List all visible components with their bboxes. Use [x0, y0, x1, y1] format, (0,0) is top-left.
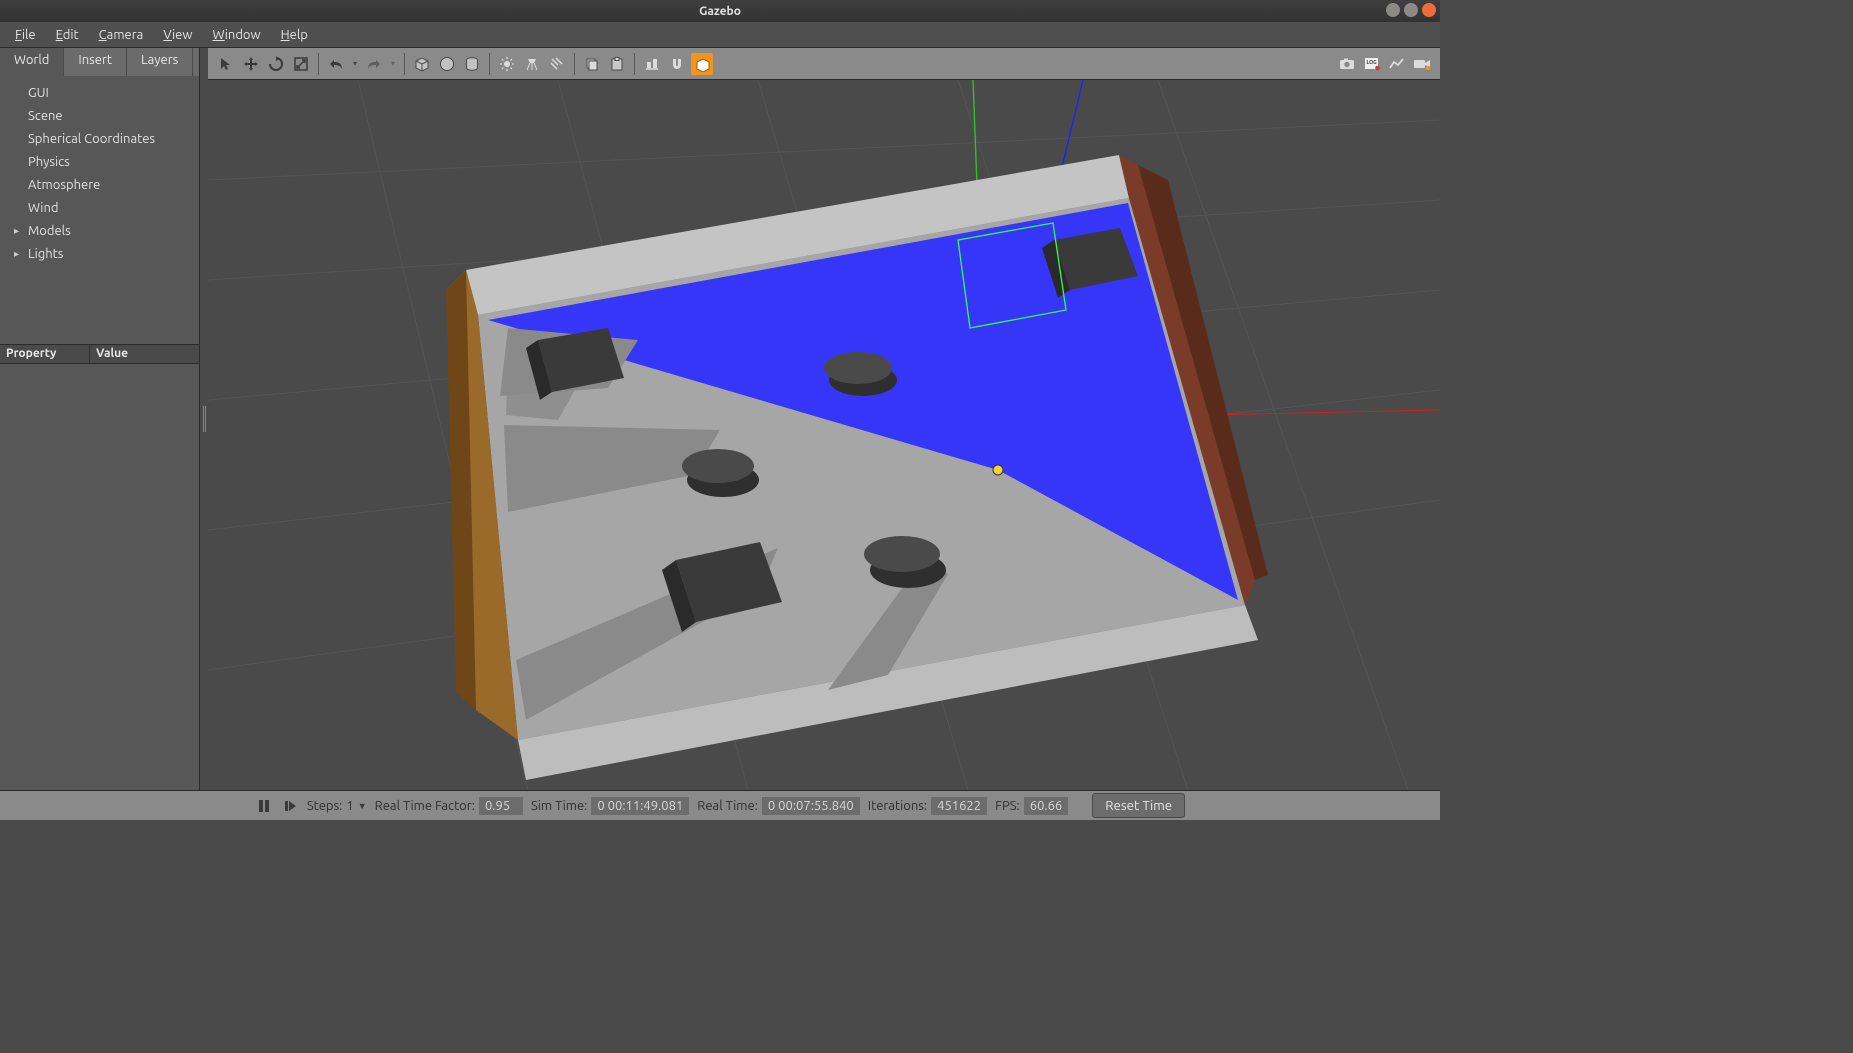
- redo-dropdown[interactable]: ▾: [388, 59, 398, 68]
- steps-dropdown-icon[interactable]: ▼: [358, 801, 367, 811]
- close-button[interactable]: [1422, 3, 1436, 17]
- tree-item-gui[interactable]: GUI: [14, 82, 195, 105]
- pause-button[interactable]: [255, 797, 273, 815]
- translate-icon[interactable]: [240, 53, 262, 75]
- panel-splitter[interactable]: [200, 48, 208, 790]
- svg-text:LOG: LOG: [1367, 59, 1378, 65]
- iterations-value: 451622: [931, 797, 987, 815]
- step-button[interactable]: [281, 797, 299, 815]
- status-bar: Steps: 1 ▼ Real Time Factor: 0.95 Sim Ti…: [0, 790, 1440, 820]
- paste-icon[interactable]: [606, 53, 628, 75]
- steps-label: Steps:: [307, 799, 343, 813]
- window-title: Gazebo: [699, 5, 741, 18]
- tree-item-models[interactable]: Models: [14, 220, 195, 243]
- undo-icon[interactable]: [325, 53, 347, 75]
- select-arrow-icon[interactable]: [215, 53, 237, 75]
- tree-item-lights[interactable]: Lights: [14, 243, 195, 266]
- menu-help[interactable]: Help: [272, 25, 317, 45]
- align-icon[interactable]: [641, 53, 663, 75]
- box-primitive-icon[interactable]: [411, 53, 433, 75]
- property-column-value: Value: [90, 345, 134, 363]
- menu-bar: File Edit Camera View Window Help: [0, 22, 1440, 48]
- snap-icon[interactable]: [691, 53, 713, 75]
- scale-icon[interactable]: [290, 53, 312, 75]
- main-toolbar: ▾ ▾: [208, 48, 1440, 80]
- property-panel-header: Property Value: [0, 344, 199, 364]
- fps-label: FPS:: [995, 799, 1020, 813]
- log-data-icon[interactable]: LOG: [1361, 53, 1383, 75]
- world-tree: GUI Scene Spherical Coordinates Physics …: [0, 76, 199, 272]
- fps-value: 60.66: [1024, 797, 1069, 815]
- maximize-button[interactable]: [1404, 3, 1418, 17]
- tree-item-atmosphere[interactable]: Atmosphere: [14, 174, 195, 197]
- left-panel-tabs: World Insert Layers: [0, 48, 199, 76]
- cylinder-primitive-icon[interactable]: [461, 53, 483, 75]
- tree-item-scene[interactable]: Scene: [14, 105, 195, 128]
- tree-item-wind[interactable]: Wind: [14, 197, 195, 220]
- viewport-canvas[interactable]: [208, 80, 1440, 790]
- iterations-label: Iterations:: [868, 799, 927, 813]
- menu-edit[interactable]: Edit: [47, 25, 88, 45]
- rtf-label: Real Time Factor:: [375, 799, 475, 813]
- copy-icon[interactable]: [581, 53, 603, 75]
- record-video-icon[interactable]: [1411, 53, 1433, 75]
- rotate-icon[interactable]: [265, 53, 287, 75]
- tab-layers[interactable]: Layers: [127, 48, 193, 76]
- plot-icon[interactable]: [1386, 53, 1408, 75]
- title-bar: Gazebo: [0, 0, 1440, 22]
- property-column-name: Property: [0, 345, 90, 363]
- window-controls: [1386, 3, 1436, 17]
- tab-insert[interactable]: Insert: [64, 48, 127, 76]
- render-viewport[interactable]: [208, 80, 1440, 790]
- menu-view[interactable]: View: [154, 25, 201, 45]
- screenshot-icon[interactable]: [1336, 53, 1358, 75]
- rtf-value: 0.95: [479, 797, 523, 815]
- menu-file[interactable]: File: [6, 25, 45, 45]
- sphere-primitive-icon[interactable]: [436, 53, 458, 75]
- undo-dropdown[interactable]: ▾: [350, 59, 360, 68]
- menu-window[interactable]: Window: [203, 25, 269, 45]
- simtime-value: 0 00:11:49.081: [591, 797, 689, 815]
- robot-origin: [993, 465, 1003, 475]
- steps-value: 1: [346, 799, 353, 813]
- left-panel: World Insert Layers GUI Scene Spherical …: [0, 48, 200, 790]
- point-light-icon[interactable]: [496, 53, 518, 75]
- tree-item-physics[interactable]: Physics: [14, 151, 195, 174]
- reset-time-button[interactable]: Reset Time: [1092, 793, 1185, 818]
- property-panel-body: [0, 364, 199, 790]
- spot-light-icon[interactable]: [521, 53, 543, 75]
- realtime-label: Real Time:: [697, 799, 758, 813]
- minimize-button[interactable]: [1386, 3, 1400, 17]
- simtime-label: Sim Time:: [531, 799, 587, 813]
- redo-icon[interactable]: [363, 53, 385, 75]
- snap-magnet-icon[interactable]: [666, 53, 688, 75]
- realtime-value: 0 00:07:55.840: [762, 797, 860, 815]
- menu-camera[interactable]: Camera: [90, 25, 153, 45]
- directional-light-icon[interactable]: [546, 53, 568, 75]
- tree-item-spherical-coordinates[interactable]: Spherical Coordinates: [14, 128, 195, 151]
- tab-world[interactable]: World: [0, 48, 64, 76]
